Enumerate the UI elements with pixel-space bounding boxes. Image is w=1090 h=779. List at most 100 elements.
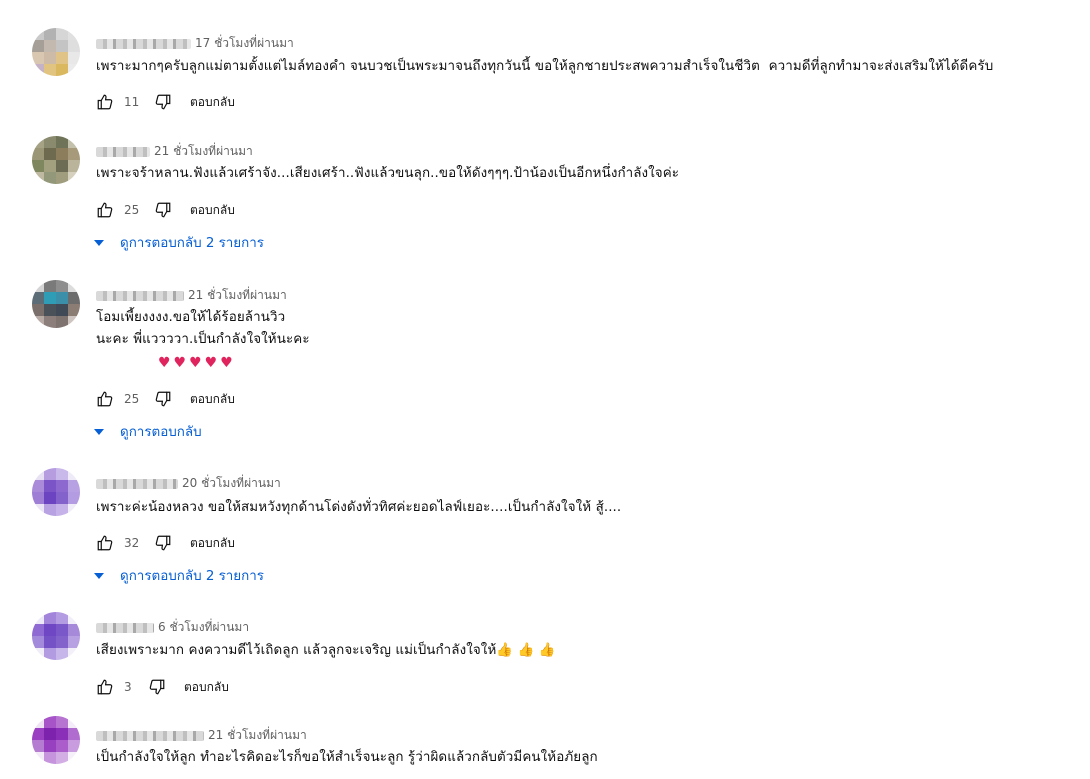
reply-button[interactable]: ตอบกลับ — [184, 678, 229, 697]
like-button[interactable] — [96, 201, 114, 219]
heart-emojis: ♥♥♥♥♥ — [158, 355, 236, 371]
comment-text: เพราะค่ะน้องหลวง ขอให้สมหวังทุกด้านโด่งด… — [96, 500, 622, 515]
avatar-pixel — [44, 612, 56, 624]
avatar-pixel — [68, 292, 80, 304]
avatar-pixel — [68, 64, 80, 76]
avatar-pixel — [68, 148, 80, 160]
avatar-pixel — [32, 28, 44, 40]
avatar-pixel — [68, 492, 80, 504]
avatar-pixel — [32, 172, 44, 184]
author-name[interactable] — [96, 622, 154, 633]
dislike-button[interactable] — [154, 201, 172, 219]
avatar-pixel — [32, 636, 44, 648]
comment-text: เพราะมากๆครับลูกแม่ตามตั้งแต่ไมล์ทองคำ จ… — [96, 59, 994, 74]
reply-button[interactable]: ตอบกลับ — [190, 201, 235, 220]
like-button[interactable] — [96, 678, 114, 696]
like-button[interactable] — [96, 390, 114, 408]
thumbs-down-icon — [155, 535, 171, 551]
avatar[interactable] — [32, 716, 80, 764]
view-replies-button[interactable]: ดูการตอบกลับ — [94, 421, 202, 442]
avatar-pixel — [44, 480, 56, 492]
view-replies-label: ดูการตอบกลับ 2 รายการ — [120, 569, 264, 584]
view-replies-label: ดูการตอบกลับ — [120, 425, 202, 440]
avatar[interactable] — [32, 468, 80, 516]
like-button[interactable] — [96, 534, 114, 552]
thumbs-up-icon — [97, 535, 113, 551]
comment-time[interactable]: 21 ชั่วโมงที่ผ่านมา — [208, 726, 307, 745]
avatar-pixel — [68, 160, 80, 172]
avatar-pixel — [32, 612, 44, 624]
author-name[interactable] — [96, 478, 178, 489]
comment-meta: 21 ชั่วโมงที่ผ่านมา — [96, 142, 253, 161]
dislike-button[interactable] — [154, 390, 172, 408]
avatar-pixel — [44, 172, 56, 184]
avatar-pixel — [56, 752, 68, 764]
comment-meta: 6 ชั่วโมงที่ผ่านมา — [96, 618, 249, 637]
avatar-pixel — [32, 52, 44, 64]
avatar-pixel — [68, 136, 80, 148]
avatar-pixel — [44, 468, 56, 480]
avatar-pixel — [68, 752, 80, 764]
avatar[interactable] — [32, 612, 80, 660]
reply-button[interactable]: ตอบกลับ — [190, 534, 235, 553]
thumbs-down-icon — [155, 94, 171, 110]
comment-time[interactable]: 20 ชั่วโมงที่ผ่านมา — [182, 474, 281, 493]
author-name[interactable] — [96, 38, 191, 49]
avatar-pixel — [32, 280, 44, 292]
avatar-pixel — [44, 148, 56, 160]
comment-time[interactable]: 17 ชั่วโมงที่ผ่านมา — [195, 34, 294, 53]
avatar-pixel — [32, 304, 44, 316]
like-count: 3 — [124, 680, 132, 694]
thumbs-down-icon — [155, 391, 171, 407]
avatar-pixel — [44, 136, 56, 148]
avatar-pixel — [44, 636, 56, 648]
reply-button[interactable]: ตอบกลับ — [190, 93, 235, 112]
avatar-pixel — [68, 52, 80, 64]
author-name[interactable] — [96, 146, 150, 157]
avatar-pixel — [44, 304, 56, 316]
like-count: 25 — [124, 203, 140, 217]
dislike-button[interactable] — [154, 93, 172, 111]
thumbs-up-icon — [97, 202, 113, 218]
avatar[interactable] — [32, 28, 80, 76]
view-replies-button[interactable]: ดูการตอบกลับ 2 รายการ — [94, 232, 264, 253]
avatar-pixel — [56, 28, 68, 40]
comment-actions: 25 ตอบกลับ — [96, 198, 235, 222]
avatar-pixel — [44, 504, 56, 516]
comment-text: เสียงเพราะมาก คงความดีไว้เถิดลูก แล้วลูก… — [96, 643, 556, 658]
avatar-pixel — [56, 624, 68, 636]
avatar-pixel — [44, 280, 56, 292]
avatar-pixel — [56, 648, 68, 660]
comment-actions: 25 ตอบกลับ — [96, 387, 235, 411]
avatar[interactable] — [32, 280, 80, 328]
avatar-pixel — [44, 740, 56, 752]
avatar-pixel — [32, 316, 44, 328]
avatar-pixel — [68, 304, 80, 316]
comment-time[interactable]: 21 ชั่วโมงที่ผ่านมา — [188, 286, 287, 305]
avatar-pixel — [68, 612, 80, 624]
author-name[interactable] — [96, 290, 184, 301]
avatar[interactable] — [32, 136, 80, 184]
comment-text-line-1: โอมเพี้ยงงงง.ขอให้ได้ร้อยล้านวิว — [96, 310, 286, 325]
author-name[interactable] — [96, 730, 204, 741]
caret-down-icon — [94, 238, 104, 248]
avatar-pixel — [68, 648, 80, 660]
avatar-pixel — [44, 28, 56, 40]
avatar-pixel — [56, 716, 68, 728]
comment-meta: 20 ชั่วโมงที่ผ่านมา — [96, 474, 281, 493]
avatar-pixel — [44, 52, 56, 64]
reply-button[interactable]: ตอบกลับ — [190, 390, 235, 409]
comment-actions: 3 ตอบกลับ — [96, 675, 229, 699]
avatar-pixel — [56, 728, 68, 740]
comment-time[interactable]: 21 ชั่วโมงที่ผ่านมา — [154, 142, 253, 161]
avatar-pixel — [44, 624, 56, 636]
dislike-button[interactable] — [148, 678, 166, 696]
avatar-pixel — [32, 504, 44, 516]
avatar-pixel — [32, 716, 44, 728]
view-replies-button[interactable]: ดูการตอบกลับ 2 รายการ — [94, 565, 264, 586]
comment-time[interactable]: 6 ชั่วโมงที่ผ่านมา — [158, 618, 249, 637]
dislike-button[interactable] — [154, 534, 172, 552]
avatar-pixel — [68, 716, 80, 728]
avatar-pixel — [56, 64, 68, 76]
like-button[interactable] — [96, 93, 114, 111]
